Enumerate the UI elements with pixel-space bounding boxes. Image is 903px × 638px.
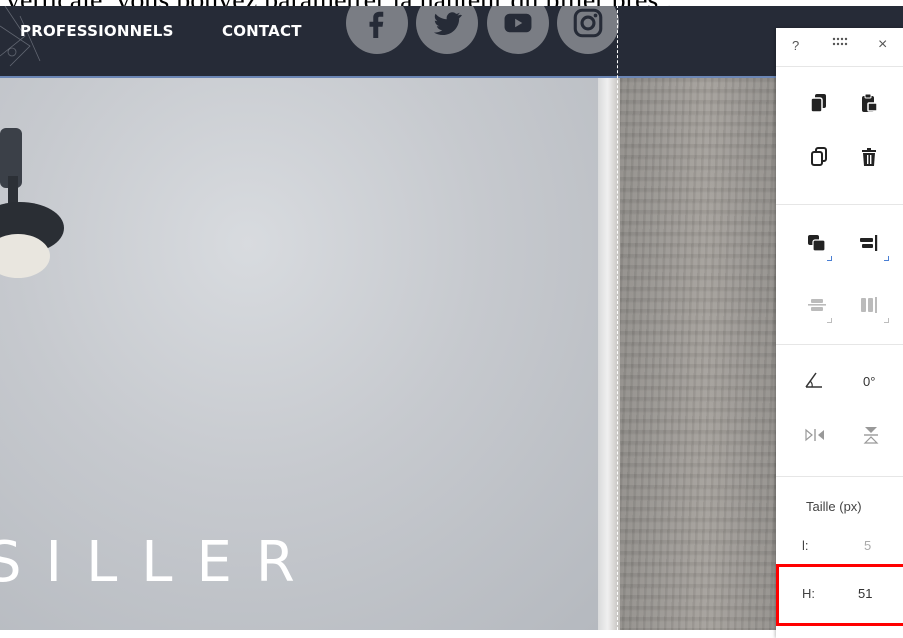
width-input[interactable]: 5 — [864, 538, 871, 553]
match-size-icon[interactable] — [858, 294, 880, 316]
panel-divider — [776, 204, 903, 205]
facebook-icon[interactable] — [346, 6, 408, 54]
dropdown-corner — [827, 318, 832, 323]
trash-icon[interactable] — [858, 146, 880, 168]
hero-title: SILLER — [0, 530, 319, 595]
panel-header: ? × — [776, 28, 903, 67]
ceiling-fan — [0, 128, 64, 278]
panel-divider — [776, 476, 903, 477]
align-right-icon[interactable] — [858, 232, 880, 254]
dropdown-corner — [884, 318, 889, 323]
decorative-pattern — [0, 6, 41, 67]
ceiling-edge — [598, 78, 622, 630]
hero-image: SILLER — [0, 78, 903, 630]
site-header: PROFESSIONNELS CONTACT — [0, 6, 903, 76]
youtube-icon[interactable] — [487, 6, 549, 54]
editor-panel: ? × 0° Taille (px) l: 5 H: 51 — [776, 28, 903, 638]
flip-vertical-icon[interactable] — [860, 424, 882, 446]
rotation-value[interactable]: 0° — [863, 374, 875, 389]
guide-line-left — [617, 0, 618, 630]
size-section-title: Taille (px) — [806, 499, 862, 514]
close-button[interactable]: × — [878, 36, 887, 54]
paste-icon[interactable] — [858, 92, 880, 114]
panel-divider — [776, 344, 903, 345]
nav-link-professionnels[interactable]: PROFESSIONNELS — [20, 22, 174, 40]
instagram-icon[interactable] — [557, 6, 619, 54]
height-highlight-box — [776, 564, 903, 626]
bring-forward-icon[interactable] — [806, 232, 828, 254]
nav-link-contact[interactable]: CONTACT — [222, 22, 302, 40]
copy-icon[interactable] — [808, 92, 830, 114]
help-button[interactable]: ? — [792, 38, 799, 53]
distribute-icon[interactable] — [806, 294, 828, 316]
flip-horizontal-icon[interactable] — [804, 424, 826, 446]
width-label: l: — [802, 538, 809, 553]
twitter-icon[interactable] — [416, 6, 478, 54]
dropdown-corner — [884, 256, 889, 261]
drag-handle-icon[interactable] — [832, 36, 848, 51]
rotate-angle-icon[interactable] — [804, 368, 826, 390]
dropdown-corner — [827, 256, 832, 261]
duplicate-icon[interactable] — [808, 146, 830, 168]
